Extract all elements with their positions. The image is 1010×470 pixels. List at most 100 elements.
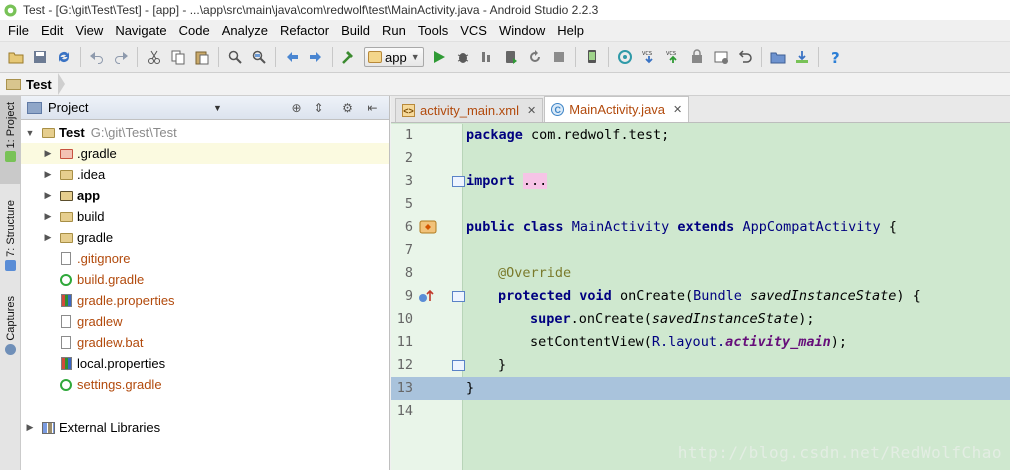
close-icon[interactable]: ✕ [673, 103, 682, 116]
collapsed-arrow-icon[interactable]: ▶ [43, 211, 53, 222]
collapsed-arrow-icon[interactable]: ▶ [43, 169, 53, 180]
menu-navigate[interactable]: Navigate [109, 20, 172, 41]
cut-icon[interactable] [143, 46, 165, 68]
tree-item-gradle-properties[interactable]: gradle.properties [21, 290, 389, 311]
sync-gradle-icon[interactable] [614, 46, 636, 68]
keyword: extends [677, 219, 735, 235]
menu-vcs[interactable]: VCS [454, 20, 493, 41]
back-icon[interactable] [281, 46, 303, 68]
r-reference: R.layout. [651, 334, 726, 350]
tree-item-gradle[interactable]: ▶ gradle [21, 227, 389, 248]
expanded-arrow-icon[interactable]: ▼ [25, 128, 35, 138]
collapsed-arrow-icon[interactable]: ▶ [43, 232, 53, 243]
menu-run[interactable]: Run [376, 20, 412, 41]
sync-icon[interactable] [53, 46, 75, 68]
sdk-manager-icon[interactable] [791, 46, 813, 68]
keyword: public [466, 219, 515, 235]
tree-item-external-libraries[interactable]: ▶ External Libraries [21, 417, 389, 438]
tree-item-local-properties[interactable]: local.properties [21, 353, 389, 374]
chevron-down-icon: ▼ [410, 52, 420, 62]
stop-icon[interactable] [548, 46, 570, 68]
revert-icon[interactable] [734, 46, 756, 68]
project-view-select[interactable]: Project [48, 100, 88, 115]
tree-item-gradlew-bat[interactable]: gradlew.bat [21, 332, 389, 353]
override-method-icon[interactable] [417, 287, 435, 305]
menu-help[interactable]: Help [551, 20, 590, 41]
folder-icon [59, 168, 73, 181]
fold-marker-icon[interactable] [452, 360, 465, 371]
tree-item-gradlew[interactable]: gradlew [21, 311, 389, 332]
scroll-from-source-icon[interactable]: ⊕ [289, 100, 304, 115]
tool-tab-structure[interactable]: 7: Structure [0, 200, 21, 271]
replace-icon[interactable] [248, 46, 270, 68]
profile-icon[interactable] [476, 46, 498, 68]
code-editor[interactable]: 1 2 3 5 6 7 8 9 10 11 12 13 14 package c… [391, 124, 1010, 470]
collapsed-arrow-icon[interactable]: ▶ [43, 190, 53, 201]
run-icon[interactable] [428, 46, 450, 68]
folded-imports[interactable]: ... [522, 173, 548, 189]
gear-icon[interactable]: ⚙ [340, 100, 355, 115]
menu-analyze[interactable]: Analyze [216, 20, 274, 41]
tree-item-gradle[interactable]: ▶ .gradle [21, 143, 389, 164]
tab-mainactivity-java[interactable]: C MainActivity.java ✕ [544, 96, 690, 122]
tree-item-build-gradle[interactable]: build.gradle [21, 269, 389, 290]
menu-window[interactable]: Window [493, 20, 551, 41]
forward-icon[interactable] [305, 46, 327, 68]
redo-icon[interactable] [110, 46, 132, 68]
apply-changes-icon[interactable] [500, 46, 522, 68]
brace: } [466, 380, 475, 396]
code-line: } [466, 377, 474, 400]
chevron-down-icon[interactable]: ▼ [213, 103, 222, 113]
vcs-push-icon[interactable] [686, 46, 708, 68]
folder-icon [41, 126, 55, 139]
run-configuration-select[interactable]: app ▼ [364, 47, 424, 67]
tree-root-test[interactable]: ▼ Test G:\git\Test\Test [21, 122, 389, 143]
tool-tab-project[interactable]: 1: Project [0, 96, 21, 184]
debug-icon[interactable] [452, 46, 474, 68]
save-all-icon[interactable] [29, 46, 51, 68]
tree-item-app[interactable]: ▶ app [21, 185, 389, 206]
module-folder-icon [59, 189, 73, 202]
menu-edit[interactable]: Edit [35, 20, 69, 41]
vcs-update-icon[interactable]: VCS [638, 46, 660, 68]
collapsed-arrow-icon[interactable]: ▶ [25, 422, 35, 433]
fold-marker-icon[interactable] [452, 176, 465, 187]
open-icon[interactable] [5, 46, 27, 68]
settings-icon[interactable] [710, 46, 732, 68]
find-icon[interactable] [224, 46, 246, 68]
paste-icon[interactable] [191, 46, 213, 68]
tab-activity-main-xml[interactable]: <> activity_main.xml ✕ [395, 98, 544, 122]
toolbar-separator [760, 47, 762, 67]
project-structure-icon[interactable] [767, 46, 789, 68]
restart-icon[interactable] [524, 46, 546, 68]
menu-tools[interactable]: Tools [412, 20, 454, 41]
tool-tab-captures[interactable]: Captures [0, 296, 21, 355]
breadcrumb-item-test[interactable]: Test [6, 77, 52, 92]
menu-refactor[interactable]: Refactor [274, 20, 335, 41]
menu-file[interactable]: File [2, 20, 35, 41]
make-project-icon[interactable] [338, 46, 360, 68]
vcs-commit-icon[interactable]: VCS [662, 46, 684, 68]
undo-icon[interactable] [86, 46, 108, 68]
fold-marker-icon[interactable] [452, 291, 465, 302]
tree-item-settings-gradle[interactable]: settings.gradle [21, 374, 389, 395]
avd-manager-icon[interactable] [581, 46, 603, 68]
brace: { [888, 219, 897, 235]
menu-view[interactable]: View [69, 20, 109, 41]
collapse-all-icon[interactable]: ⇕ [311, 100, 326, 115]
tree-item-gitignore[interactable]: .gitignore [21, 248, 389, 269]
help-icon[interactable]: ? [824, 46, 846, 68]
menu-build[interactable]: Build [335, 20, 376, 41]
tree-item-label: build [77, 209, 105, 224]
line-number: 11 [396, 334, 413, 350]
current-line-highlight [391, 377, 1010, 400]
android-manifest-activity-icon[interactable] [419, 218, 437, 236]
tree-item-build[interactable]: ▶ build [21, 206, 389, 227]
close-icon[interactable]: ✕ [527, 104, 536, 117]
camera-icon [5, 343, 16, 355]
copy-icon[interactable] [167, 46, 189, 68]
collapsed-arrow-icon[interactable]: ▶ [43, 148, 53, 159]
tree-item-idea[interactable]: ▶ .idea [21, 164, 389, 185]
menu-code[interactable]: Code [173, 20, 216, 41]
hide-panel-icon[interactable]: ⇤ [365, 100, 380, 115]
